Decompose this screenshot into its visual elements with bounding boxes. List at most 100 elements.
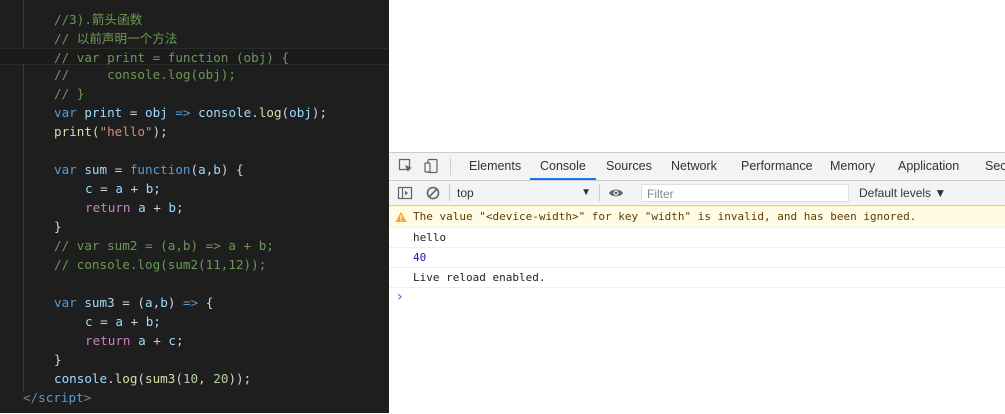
code-line: c = a + b; xyxy=(0,312,389,331)
code-token: var xyxy=(54,295,85,310)
code-token: ( xyxy=(137,371,146,386)
code-token: ( xyxy=(281,105,290,120)
tab-sources[interactable]: Sources xyxy=(596,153,662,180)
code-token: a xyxy=(138,333,146,348)
toolbar-divider xyxy=(599,184,600,201)
code-token: , xyxy=(198,371,214,386)
code-token: log xyxy=(114,371,138,386)
console-prompt[interactable]: › xyxy=(389,288,1005,308)
code-token: sum3 xyxy=(145,371,176,386)
code-line: // var sum2 = (a,b) => a + b; xyxy=(0,236,389,255)
code-token: c xyxy=(85,181,93,196)
code-token: = xyxy=(107,162,130,177)
code-token: => xyxy=(182,295,199,310)
sidebar-toggle-icon[interactable] xyxy=(397,185,413,201)
code-token: ; xyxy=(176,200,184,215)
code-token: 20 xyxy=(213,371,229,386)
code-token: } xyxy=(54,219,62,234)
device-toolbar-icon[interactable] xyxy=(424,158,440,174)
code-token: // console.log(obj); xyxy=(54,67,236,82)
context-value: top xyxy=(457,186,474,200)
log-levels-dropdown[interactable]: Default levels ▼ xyxy=(859,184,946,202)
code-token: </ xyxy=(23,390,39,405)
code-token: return xyxy=(85,333,139,348)
code-token: console xyxy=(54,371,108,386)
tab-memory[interactable]: Memory xyxy=(820,153,885,180)
code-line: c = a + b; xyxy=(0,179,389,198)
log-text: Live reload enabled. xyxy=(413,271,546,284)
tab-application[interactable]: Application xyxy=(888,153,969,180)
code-lines: //3).箭头函数 // 以前声明一个方法 // var print = funct… xyxy=(0,10,389,407)
code-token: a xyxy=(145,295,153,310)
filter-input[interactable] xyxy=(642,186,847,202)
context-selector[interactable]: top ▼ xyxy=(457,184,591,202)
code-token: //3).箭头函数 xyxy=(54,12,143,27)
code-token: ( xyxy=(175,371,183,386)
code-token: . xyxy=(107,371,115,386)
code-token: + xyxy=(145,200,169,215)
code-token: + xyxy=(122,314,146,329)
code-line: } xyxy=(0,350,389,369)
code-token: b xyxy=(160,295,168,310)
code-line: // 以前声明一个方法 xyxy=(0,29,389,48)
code-line: console.log(sum3(10, 20)); xyxy=(0,369,389,388)
console-log-message: Live reload enabled. xyxy=(389,268,1005,288)
console-log-message: hello xyxy=(389,228,1005,248)
code-token: > xyxy=(83,390,92,405)
code-token: a xyxy=(115,314,123,329)
clear-console-icon[interactable] xyxy=(425,185,441,201)
code-token: ; xyxy=(153,314,161,329)
code-line: // console.log(obj); xyxy=(0,65,389,84)
code-token: return xyxy=(85,200,139,215)
code-line: print("hello"); xyxy=(0,122,389,141)
code-token: )); xyxy=(228,371,252,386)
devtools-panel: Elements Console Sources Network Performance… xyxy=(389,152,1005,414)
prompt-chevron-icon: › xyxy=(397,289,403,305)
code-line: // var print = function (obj) { xyxy=(0,48,389,65)
console-toolbar: top ▼ Default levels ▼ xyxy=(389,181,1005,206)
inspect-element-icon[interactable] xyxy=(398,158,414,174)
code-line: return a + c; xyxy=(0,331,389,350)
tab-security[interactable]: Security xyxy=(975,153,1005,180)
code-token: var xyxy=(54,105,85,120)
code-token: ) xyxy=(167,295,183,310)
console-output: The value "<device-width>" for key "widt… xyxy=(389,206,1005,308)
code-token: print xyxy=(54,124,92,139)
code-token: // var sum2 = (a,b) => a + b; xyxy=(54,238,274,253)
code-token: "hello" xyxy=(99,124,153,139)
log-text: hello xyxy=(413,231,447,244)
log-number: 40 xyxy=(413,251,427,264)
code-token: + xyxy=(145,333,169,348)
code-token: = ( xyxy=(114,295,146,310)
warning-text: The value "<device-width>" for key "widt… xyxy=(413,210,917,223)
code-line: var sum = function(a,b) { xyxy=(0,160,389,179)
code-token: + xyxy=(122,181,146,196)
code-editor[interactable]: //3).箭头函数 // 以前声明一个方法 // var print = funct… xyxy=(0,0,389,413)
tab-elements[interactable]: Elements xyxy=(459,153,531,180)
code-token: a xyxy=(115,181,123,196)
tab-console[interactable]: Console xyxy=(530,153,596,180)
tab-network[interactable]: Network xyxy=(661,153,727,180)
code-token: function xyxy=(129,162,191,177)
live-expression-eye-icon[interactable] xyxy=(608,185,624,201)
code-line: //3).箭头函数 xyxy=(0,10,389,29)
code-token: 10 xyxy=(182,371,199,386)
code-token: => xyxy=(167,105,199,120)
code-token: ) { xyxy=(220,162,244,177)
code-token: sum xyxy=(84,162,108,177)
code-token: sum3 xyxy=(84,295,115,310)
code-token: a xyxy=(138,200,146,215)
code-token: ); xyxy=(311,105,328,120)
devtools-tab-bar: Elements Console Sources Network Performance… xyxy=(389,153,1005,181)
console-log-message: 40 xyxy=(389,248,1005,268)
code-token: a xyxy=(198,162,206,177)
code-line: } xyxy=(0,217,389,236)
code-token: obj xyxy=(289,105,312,120)
code-token: script xyxy=(38,390,84,405)
code-line: var sum3 = (a,b) => { xyxy=(0,293,389,312)
code-token: // 以前声明一个方法 xyxy=(54,31,178,46)
tab-performance[interactable]: Performance xyxy=(731,153,823,180)
code-token: print xyxy=(84,105,123,120)
